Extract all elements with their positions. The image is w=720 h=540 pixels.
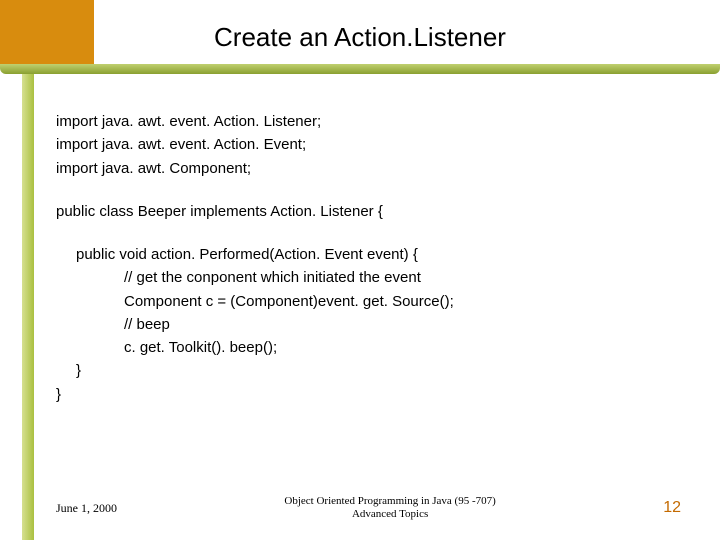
slide-title: Create an Action.Listener xyxy=(0,22,720,53)
code-line: c. get. Toolkit(). beep(); xyxy=(56,336,676,359)
method-block: public void action. Performed(Action. Ev… xyxy=(56,243,676,383)
code-line: import java. awt. event. Action. Event; xyxy=(56,133,676,156)
method-decl: public void action. Performed(Action. Ev… xyxy=(56,243,676,266)
class-decl: public class Beeper implements Action. L… xyxy=(56,200,676,223)
close-brace: } xyxy=(56,359,676,382)
footer: June 1, 2000 Object Oriented Programming… xyxy=(56,495,681,523)
code-line: // get the conponent which initiated the… xyxy=(56,266,676,289)
footer-course: Object Oriented Programming in Java (95 … xyxy=(284,495,495,523)
code-line: import java. awt. event. Action. Listene… xyxy=(56,110,676,133)
imports-block: import java. awt. event. Action. Listene… xyxy=(56,110,676,180)
code-line: import java. awt. Component; xyxy=(56,157,676,180)
header-bar xyxy=(0,64,720,74)
footer-course-line2: Advanced Topics xyxy=(284,508,495,522)
left-stripe xyxy=(22,74,34,540)
footer-page-number: 12 xyxy=(663,499,681,517)
code-line: Component c = (Component)event. get. Sou… xyxy=(56,290,676,313)
footer-course-line1: Object Oriented Programming in Java (95 … xyxy=(284,495,495,509)
code-line: // beep xyxy=(56,313,676,336)
footer-date: June 1, 2000 xyxy=(56,501,117,516)
slide-content: import java. awt. event. Action. Listene… xyxy=(56,110,676,406)
close-brace: } xyxy=(56,383,676,406)
